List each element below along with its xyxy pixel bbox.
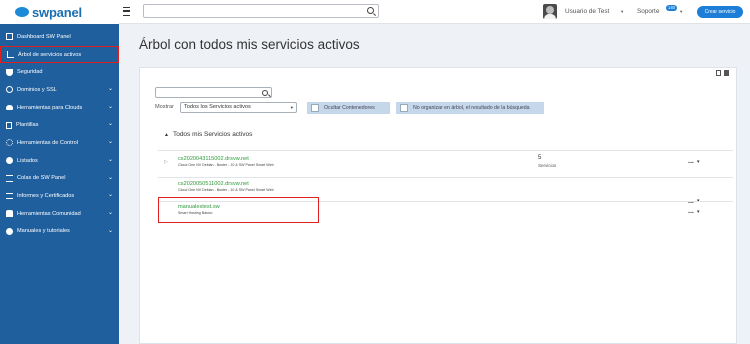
hide-containers-toggle[interactable]: Ocultar Contenedores [307, 102, 390, 114]
search-icon[interactable] [262, 89, 268, 96]
sidebar-item-label: Manuales y tutoriales [17, 228, 70, 235]
brand-name: swpanel [32, 4, 82, 20]
service-link[interactable]: cs2020050511002.drsvw.net [178, 181, 249, 187]
sidebar-item-label: Colas de SW Panel [17, 175, 66, 182]
row-actions-button[interactable]: ... [688, 158, 694, 165]
chevron-down-icon: ⌄ [107, 156, 113, 163]
help-icon [6, 227, 13, 235]
cloud-icon [6, 105, 13, 111]
avatar[interactable] [543, 4, 557, 19]
tree-view-icon[interactable] [716, 70, 721, 76]
collapse-triangle-icon[interactable]: ▲ [164, 132, 169, 138]
chevron-down-icon: ⌄ [107, 209, 113, 216]
sidebar: swpanel Dashboard SW Panel Árbol de serv… [0, 0, 119, 344]
sidebar-item-manuals[interactable]: Manuales y tutoriales ⌄ [0, 223, 119, 241]
service-description: Cloud One NV Debian - Buster - 10 & SW P… [178, 163, 274, 167]
sidebar-item-reports[interactable]: Informes y Certificados ⌄ [0, 187, 119, 205]
sidebar-item-label: Dominios y SSL [17, 86, 57, 93]
sidebar-item-queues[interactable]: Colas de SW Panel ⌄ [0, 170, 119, 188]
chevron-down-icon: ⌄ [107, 192, 113, 199]
global-search-input[interactable] [143, 4, 379, 18]
toggle-label: No organizar en árbol, el resultado de l… [413, 105, 530, 111]
service-count: 5 [538, 155, 542, 161]
service-link[interactable]: cs2020043115002.drsvw.net [178, 156, 249, 162]
toggle-label: Ocultar Contenedores [324, 105, 375, 111]
gear-icon [6, 139, 13, 147]
sidebar-item-label: Herramientas de Control [17, 139, 78, 146]
sidebar-nav: Dashboard SW Panel Árbol de servicios ac… [0, 28, 119, 240]
caret-down-icon[interactable]: ▾ [621, 9, 623, 15]
tree-search-input[interactable] [155, 87, 272, 98]
tree-heading[interactable]: ▲ Todos mis Servicios activos [164, 131, 252, 138]
sidebar-item-label: Herramientas para Clouds [17, 104, 83, 111]
sidebar-item-label: Dashboard SW Panel [17, 33, 71, 40]
service-count-label: Servicios [538, 163, 557, 168]
no-tree-toggle[interactable]: No organizar en árbol, el resultado de l… [396, 102, 544, 114]
globe-icon [6, 86, 13, 94]
caret-down-icon[interactable]: ▾ [697, 159, 700, 165]
tree-heading-label: Todos mis Servicios activos [172, 131, 253, 138]
sidebar-item-dashboard[interactable]: Dashboard SW Panel [0, 28, 119, 46]
grid-icon [6, 33, 13, 41]
support-badge: 140 [666, 5, 677, 11]
sidebar-item-security[interactable]: Seguridad [0, 63, 119, 81]
sidebar-item-label: Listados [17, 157, 38, 164]
sidebar-item-label: Seguridad [17, 69, 43, 76]
sidebar-item-templates[interactable]: Plantillas ⌄ [0, 116, 119, 134]
tree-icon [7, 51, 14, 59]
chevron-down-icon: ⌄ [107, 86, 113, 93]
sidebar-item-community[interactable]: Herramientas Comunidad ⌄ [0, 205, 119, 223]
service-description: Cloud One NV Debian - Buster - 10 & SW P… [178, 188, 274, 192]
sidebar-item-label: Árbol de servicios activos [18, 51, 82, 58]
chevron-down-icon: ⌄ [107, 139, 113, 146]
sidebar-item-label: Informes y Certificados [17, 193, 75, 200]
select-value: Todos los Servicios activos [184, 104, 251, 110]
checkbox[interactable] [311, 104, 319, 112]
chevron-down-icon: ⌄ [107, 121, 113, 128]
service-filter-select[interactable]: Todos los Servicios activos ▾ [180, 102, 297, 113]
chevron-down-icon: ⌄ [107, 174, 113, 181]
sidebar-item-service-tree[interactable]: Árbol de servicios activos [0, 45, 119, 64]
search-icon[interactable] [367, 7, 374, 14]
page-icon [6, 121, 12, 129]
page-title: Árbol con todos mis servicios activos [139, 37, 360, 52]
panel-tools [716, 70, 729, 76]
highlight-box [158, 197, 319, 223]
list-icon [6, 174, 13, 182]
caret-down-icon[interactable]: ▾ [697, 209, 700, 215]
show-label: Mostrar [155, 104, 174, 110]
stack-icon [6, 193, 13, 200]
sidebar-item-cloud-tools[interactable]: Herramientas para Clouds ⌄ [0, 99, 119, 117]
service-row: ▷ cs2020043115002.drsvw.net Cloud One NV… [158, 150, 733, 177]
sidebar-item-label: Herramientas Comunidad [17, 210, 81, 217]
chevron-down-icon: ⌄ [107, 227, 113, 234]
sidebar-item-domains[interactable]: Dominios y SSL ⌄ [0, 81, 119, 99]
caret-down-icon[interactable]: ▾ [680, 9, 682, 15]
top-header: Usuario de Test ▾ Soporte 140 ▾ Crear se… [119, 0, 750, 24]
users-icon [6, 210, 13, 218]
row-actions-button[interactable]: ... [688, 208, 694, 215]
export-document-icon[interactable] [724, 70, 729, 76]
support-menu[interactable]: Soporte [637, 8, 659, 15]
checkbox[interactable] [400, 104, 408, 112]
chevron-down-icon: ⌄ [107, 103, 113, 110]
caret-down-icon: ▾ [290, 105, 293, 110]
create-service-button[interactable]: Crear servicio [697, 6, 743, 18]
logo-mark [15, 7, 29, 17]
expand-triangle-icon[interactable]: ▷ [164, 159, 168, 165]
sidebar-item-listings[interactable]: Listados ⌄ [0, 152, 119, 170]
sidebar-item-control-tools[interactable]: Herramientas de Control ⌄ [0, 134, 119, 152]
logo[interactable]: swpanel [0, 0, 119, 24]
user-menu[interactable]: Usuario de Test [565, 8, 609, 15]
shield-icon [6, 68, 13, 76]
check-icon [6, 157, 13, 165]
hamburger-menu-icon[interactable] [123, 7, 130, 16]
sidebar-item-label: Plantillas [16, 122, 39, 129]
